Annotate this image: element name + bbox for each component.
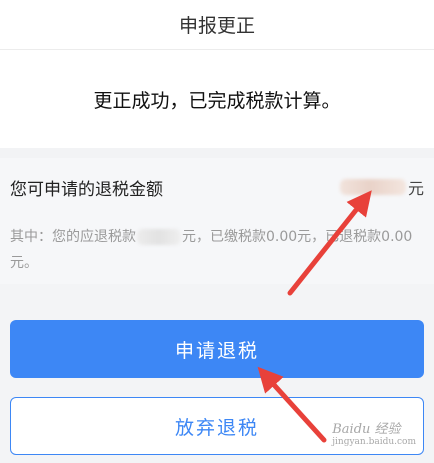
breakdown-prefix: 其中：您的应退税款 <box>10 229 136 245</box>
refund-amount-row: 您可申请的退税金额 元 <box>10 174 424 200</box>
refund-summary-card: 您可申请的退税金额 元 其中：您的应退税款 元，已缴税款0.00元，已退税款0.0… <box>0 158 434 284</box>
refund-breakdown: 其中：您的应退税款 元，已缴税款0.00元，已退税款0.00元。 <box>10 224 424 276</box>
page-title-text: 申报更正 <box>178 15 255 37</box>
page-title: 申报更正 <box>0 0 434 50</box>
refund-amount-label: 您可申请的退税金额 <box>10 179 163 200</box>
success-message-text: 更正成功，已完成税款计算。 <box>93 89 341 112</box>
watermark-text: Baidu 经验 <box>332 422 401 437</box>
watermark-subtext: jingyan.baidu.com <box>332 437 416 447</box>
refund-amount-value: 元 <box>339 175 424 199</box>
redacted-amount <box>339 179 406 195</box>
refund-currency-unit: 元 <box>407 179 424 198</box>
apply-refund-button[interactable]: 申请退税 <box>10 320 424 378</box>
section-divider <box>0 148 434 158</box>
success-message: 更正成功，已完成税款计算。 <box>0 50 434 148</box>
watermark-logo: Baidu 经验 jingyan.baidu.com <box>332 418 416 447</box>
redacted-due-amount <box>137 229 181 245</box>
